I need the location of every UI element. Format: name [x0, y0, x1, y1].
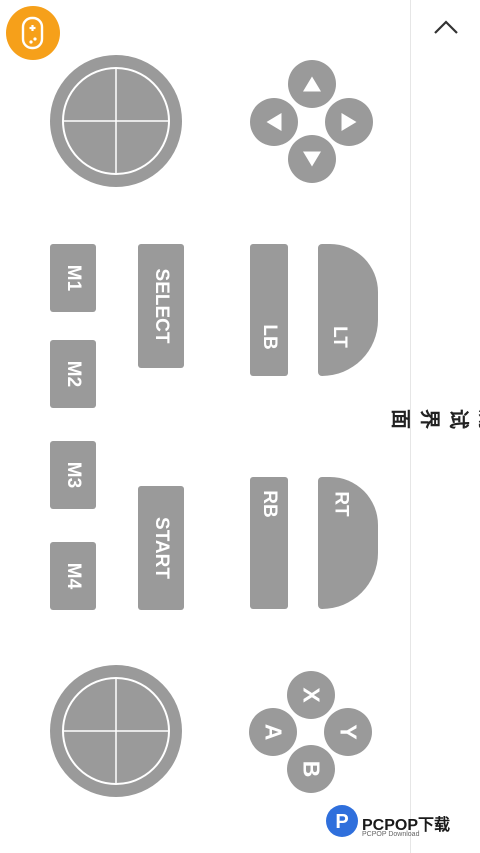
arrow-up-icon	[303, 76, 321, 92]
panel-title: 测试界面	[389, 360, 480, 480]
p-letter-icon: P	[335, 811, 348, 833]
svg-text:P: P	[335, 811, 348, 833]
a-button[interactable]: A	[249, 708, 297, 756]
m4-label: M4	[63, 562, 84, 590]
start-label: START	[151, 517, 172, 579]
watermark-logo-icon: P	[326, 805, 358, 837]
m1-button[interactable]: M1	[50, 244, 96, 312]
lt-button[interactable]: LT	[318, 244, 378, 376]
select-label: SELECT	[151, 268, 172, 344]
m2-button[interactable]: M2	[50, 340, 96, 408]
arrow-left-icon	[266, 113, 282, 131]
arrow-right-icon	[341, 113, 357, 131]
select-button[interactable]: SELECT	[138, 244, 184, 368]
arrow-down-icon	[303, 151, 321, 167]
y-button[interactable]: Y	[324, 708, 372, 756]
a-label: A	[260, 723, 287, 741]
m3-label: M3	[63, 461, 84, 489]
rt-label: RT	[330, 491, 352, 517]
m2-label: M2	[63, 360, 84, 388]
b-button[interactable]: B	[287, 745, 335, 793]
m4-button[interactable]: M4	[50, 542, 96, 610]
gamepad-logo-icon	[21, 16, 44, 50]
rb-label: RB	[259, 490, 280, 518]
rb-button[interactable]: RB	[250, 477, 288, 609]
lb-label: LB	[259, 324, 280, 350]
m1-label: M1	[63, 264, 84, 292]
right-analog-stick[interactable]	[50, 665, 182, 797]
panel-title-text: 测试界面	[389, 409, 480, 431]
app-logo	[6, 6, 60, 60]
dpad-left-button[interactable]	[288, 60, 336, 108]
lt-label: LT	[328, 326, 350, 348]
lb-button[interactable]: LB	[250, 244, 288, 376]
left-analog-stick[interactable]	[50, 55, 182, 187]
stick-crosshair-icon	[62, 67, 170, 175]
chevron-up-icon	[434, 20, 458, 34]
b-label: B	[298, 760, 325, 778]
stick-crosshair-icon	[62, 677, 170, 785]
dpad-up-button[interactable]	[250, 98, 298, 146]
x-label: X	[298, 687, 325, 703]
y-label: Y	[335, 724, 362, 740]
watermark: P PCPOP下载 PCPOP Download	[326, 802, 476, 842]
watermark-subtext: PCPOP Download	[362, 831, 420, 838]
x-button[interactable]: X	[287, 671, 335, 719]
m3-button[interactable]: M3	[50, 441, 96, 509]
dpad-right-button[interactable]	[288, 135, 336, 183]
start-button[interactable]: START	[138, 486, 184, 610]
collapse-button[interactable]	[428, 12, 464, 42]
rt-button[interactable]: RT	[318, 477, 378, 609]
dpad-down-button[interactable]	[325, 98, 373, 146]
